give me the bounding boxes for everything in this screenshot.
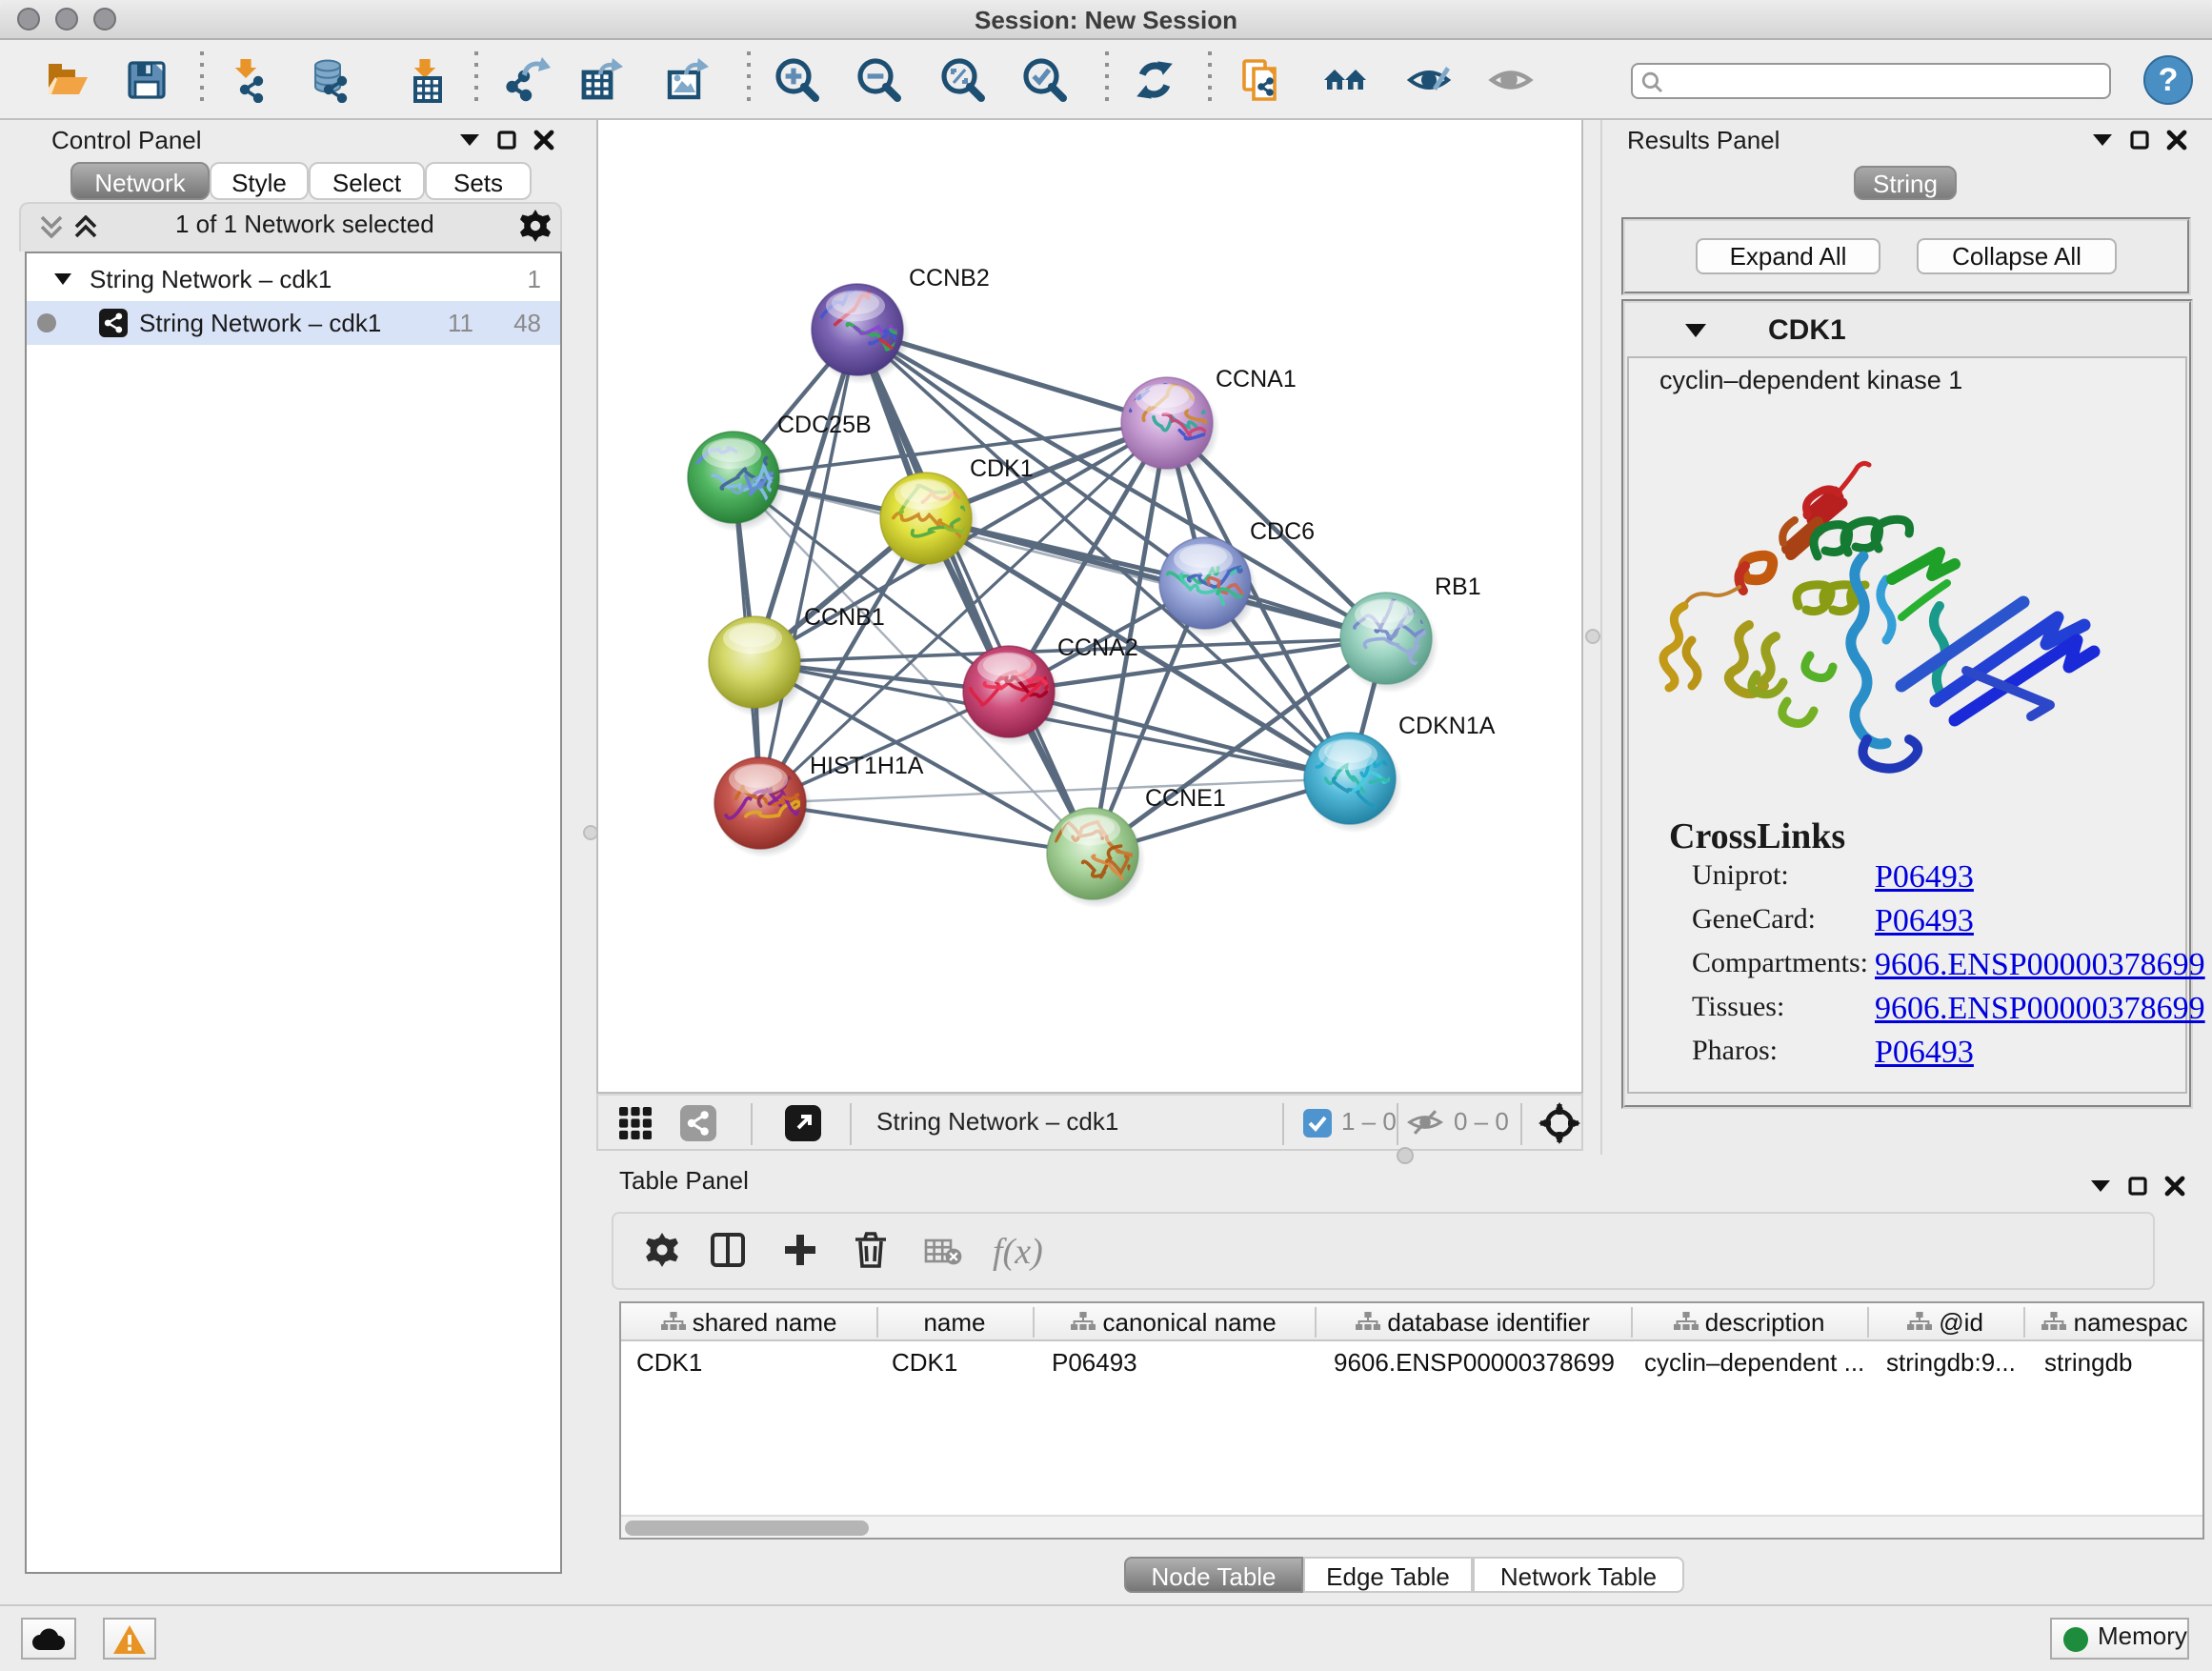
svg-text:CCNE1: CCNE1 [1145, 785, 1226, 812]
svg-text:RB1: RB1 [1435, 574, 1481, 600]
svg-text:CCNA2: CCNA2 [1057, 634, 1138, 661]
svg-text:CCNB2: CCNB2 [909, 265, 990, 292]
svg-text:CCNA1: CCNA1 [1216, 366, 1297, 393]
svg-text:CCNB1: CCNB1 [804, 604, 885, 631]
svg-text:CDC25B: CDC25B [777, 412, 872, 438]
svg-text:CDKN1A: CDKN1A [1398, 713, 1496, 739]
svg-text:HIST1H1A: HIST1H1A [810, 753, 924, 779]
svg-text:CDK1: CDK1 [970, 455, 1034, 482]
svg-text:CDC6: CDC6 [1250, 518, 1315, 545]
